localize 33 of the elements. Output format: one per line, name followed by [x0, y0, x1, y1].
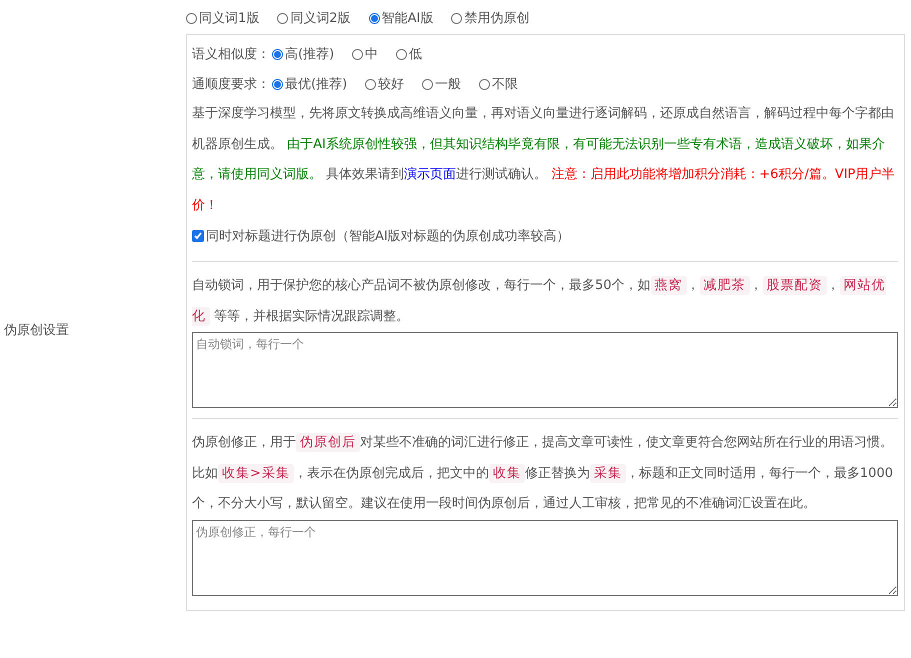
radio-button[interactable] — [451, 12, 462, 24]
radio-label[interactable]: 低 — [409, 45, 422, 63]
radio-button[interactable] — [272, 48, 283, 60]
lock-words-description: 自动锁词，用于保护您的核心产品词不被伪原创修改，每行一个，最多50个，如 燕窝 ， 减肥茶 ， 股票配资 ， 网站优化 等等，并根据实际情况跟踪调整。 — [192, 275, 887, 328]
demo-link[interactable]: 演示页面 — [404, 167, 456, 182]
radio-button[interactable] — [396, 48, 408, 60]
correction-field[interactable]: 伪原创修正，每行一个 — [192, 520, 898, 596]
lock-words-field[interactable]: 自动锁词，每行一个 — [192, 332, 898, 408]
checkbox-label[interactable]: 同时对标题进行伪原创（智能AI版对标题的伪原创成功率较高） — [206, 227, 570, 245]
radio-label[interactable]: 中 — [365, 45, 378, 63]
radio-button[interactable] — [186, 12, 197, 24]
section-label: 伪原创设置 — [4, 322, 69, 339]
radio-label[interactable]: 高(推荐) — [285, 45, 334, 63]
option-label: 语义相似度： — [192, 46, 270, 63]
radio-button[interactable] — [277, 12, 288, 24]
radio-button[interactable] — [272, 78, 283, 90]
radio-label[interactable]: 一般 — [435, 75, 462, 93]
radio-button[interactable] — [352, 48, 364, 60]
radio-label[interactable]: 禁用伪原创 — [464, 9, 530, 27]
radio-label[interactable]: 智能AI版 — [382, 9, 434, 27]
radio-label[interactable]: 同义词1版 — [199, 9, 260, 27]
ai-description: 基于深度学习模型，先将原文转换成高维语义向量，再对语义向量进行逐词解码，还原成自然语言，解码过程中每个字都由机器原创生成。 由于AI系统原创性较强，但其知识结构毕竟有限，有可能无法识别一些专有术语，造成语义破坏，如果介意，请使用同义词版。 具体效果请到演示页面进行测试确认。 注意：启用此功能将增加积分消耗：+6积分/篇。VIP用户半价！ — [192, 105, 896, 214]
radio-label[interactable]: 最优(推荐) — [285, 75, 348, 93]
radio-button[interactable] — [365, 78, 376, 90]
option-label: 通顺度要求： — [192, 76, 270, 93]
correction-description: 伪原创修正，用于 伪原创后 对某些不准确的词汇进行修正，提高文章可读性，使文章更符合您网站所在行业的用语习惯。比如 收集>采集 ，表示在伪原创完成后，把文中的 收集 修正替换为 采集 ，标题和正文同时适用，每行一个，最多1000个，不分大小写，默认留空。建议在使用一段时间伪原创后，通过人工审核，把常见的不准确词汇设置在此。 — [192, 432, 894, 513]
radio-label[interactable]: 不限 — [492, 75, 518, 93]
radio-button[interactable] — [422, 78, 434, 90]
radio-label[interactable]: 同义词2版 — [290, 9, 351, 27]
checkbox[interactable] — [192, 230, 204, 242]
radio-button[interactable] — [479, 78, 490, 90]
radio-button[interactable] — [368, 12, 380, 24]
radio-label[interactable]: 较好 — [378, 75, 404, 93]
